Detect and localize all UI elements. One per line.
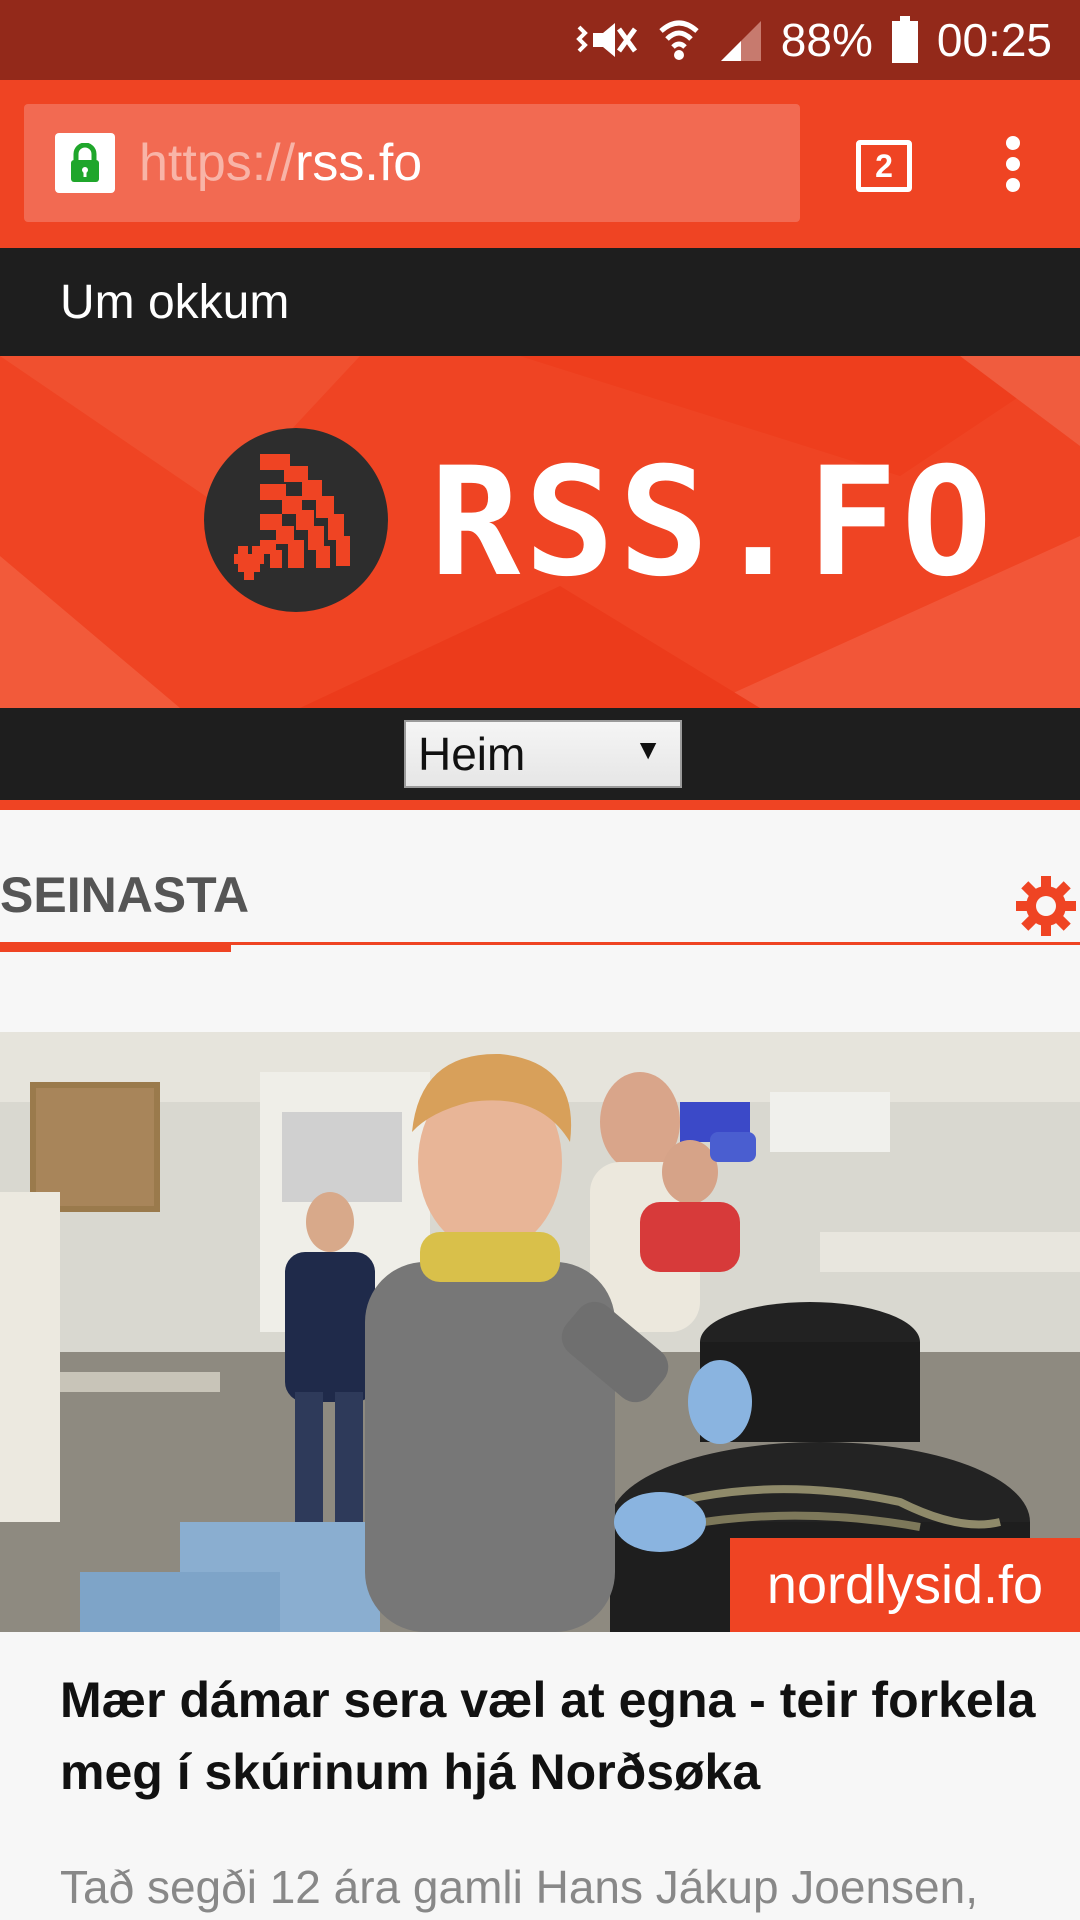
section-header: SEINASTA: [0, 810, 1080, 956]
category-select-value: Heim: [418, 728, 526, 780]
site-banner: RSS.FO: [0, 356, 1080, 708]
dropdown-arrow-icon: ▼: [634, 734, 662, 765]
photo-credit: nordlysid.fo: [730, 1538, 1080, 1632]
category-select[interactable]: Heim ▼: [404, 720, 682, 788]
vibrate-mute-icon: [573, 17, 639, 63]
url-text[interactable]: https://rss.fo: [139, 133, 422, 193]
address-bar[interactable]: https://rss.fo: [24, 104, 800, 222]
url-host: rss.fo: [295, 134, 423, 192]
tabs-icon[interactable]: 2: [856, 140, 912, 192]
article-photo[interactable]: nordlysid.fo: [0, 1032, 1080, 1632]
battery-icon: [891, 16, 919, 64]
section-underline-active: [0, 942, 231, 952]
about-link[interactable]: Um okkum: [60, 275, 289, 330]
tab-count: 2: [875, 147, 893, 184]
lock-icon[interactable]: [55, 133, 115, 193]
overflow-menu-icon[interactable]: [1000, 136, 1026, 196]
battery-percent: 88%: [780, 14, 873, 66]
article-lead: Tað segði 12 ára gamli Hans Jákup Joense…: [60, 1861, 979, 1913]
browser-toolbar: https://rss.fo 2: [0, 80, 1080, 248]
divider: [0, 800, 1080, 810]
status-bar: 88% 00:25: [0, 0, 1080, 80]
site-logo-text[interactable]: RSS.FO: [430, 448, 996, 598]
rss-heart-logo-icon[interactable]: [204, 428, 388, 612]
category-bar: Heim ▼: [0, 708, 1080, 800]
url-scheme: https://: [139, 134, 296, 192]
article-title[interactable]: Mær dámar sera væl at egna - teir forkel…: [60, 1664, 1040, 1808]
clock: 00:25: [936, 14, 1052, 66]
site-top-nav: Um okkum: [0, 248, 1080, 356]
gear-icon[interactable]: [1014, 874, 1078, 938]
wifi-icon: [657, 17, 701, 63]
section-title: SEINASTA: [0, 867, 250, 923]
signal-icon: [719, 17, 763, 63]
